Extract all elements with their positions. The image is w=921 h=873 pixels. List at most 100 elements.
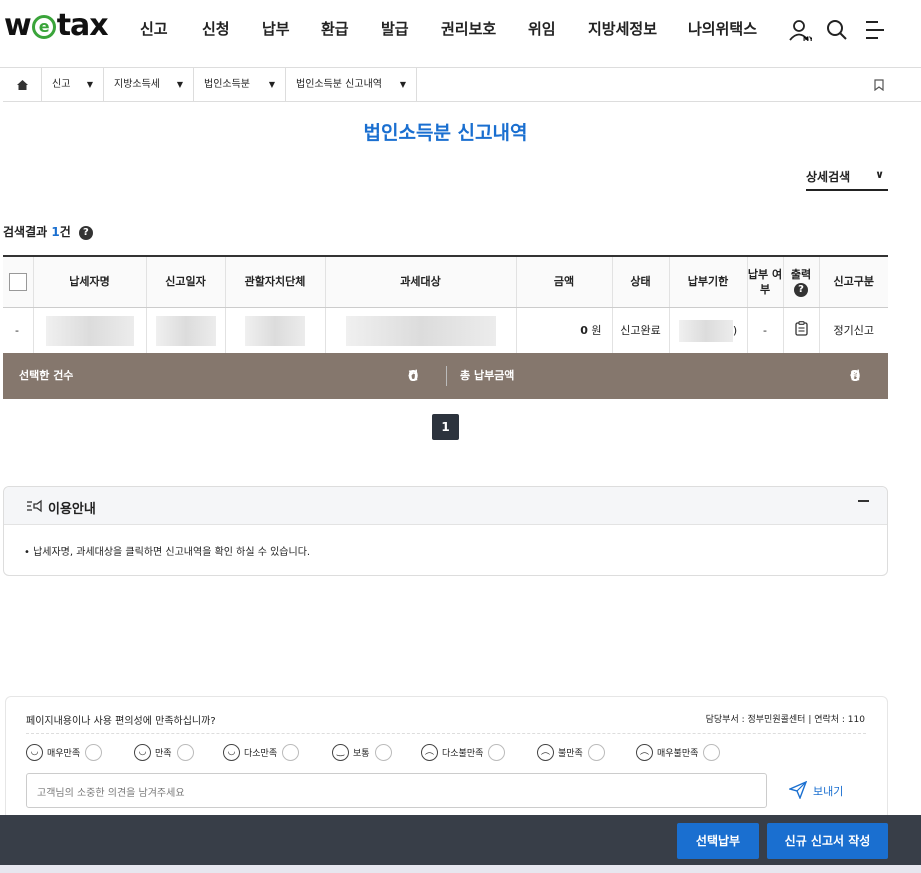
- col-due-date: 납부기한: [669, 255, 748, 308]
- table-header-row: 납세자명 신고일자 관할자치단체 과세대상 금액 상태 납부기한 납부 여부 출…: [3, 255, 888, 308]
- breadcrumb-report[interactable]: 신고 ▼: [41, 68, 103, 102]
- dropdown-arrow-icon: ▼: [399, 80, 406, 89]
- taxpayer-name-cell[interactable]: [33, 307, 147, 354]
- smile-face-icon: ◡: [223, 744, 240, 761]
- home-icon[interactable]: [16, 79, 29, 91]
- feedback-input[interactable]: 고객님의 소중한 의견을 남겨주세요: [26, 773, 767, 808]
- report-type-cell: 정기신고: [833, 324, 874, 338]
- col-print: 출력?: [783, 255, 820, 308]
- dropdown-arrow-icon: ▼: [176, 80, 183, 89]
- col-taxable-object: 과세대상: [325, 255, 517, 308]
- my-user-icon[interactable]: MY: [788, 18, 812, 42]
- radio-button[interactable]: [374, 744, 392, 761]
- selected-payment-button[interactable]: 선택납부: [677, 823, 759, 859]
- send-feedback-button[interactable]: 보내기: [787, 780, 843, 800]
- jurisdiction-cell: [225, 307, 326, 354]
- nav-item-rights[interactable]: 권리보호: [441, 18, 496, 39]
- nav-item-pay[interactable]: 납부: [262, 18, 290, 39]
- nav-item-refund[interactable]: 환급: [321, 18, 349, 39]
- col-report-date: 신고일자: [146, 255, 226, 308]
- radio-button[interactable]: [703, 744, 721, 761]
- satisfaction-survey: 페이지내용이나 사용 편의성에 만족하십니까? 담당부서 : 정부민원콜센터 |…: [5, 696, 888, 820]
- print-document-icon[interactable]: [794, 320, 808, 336]
- redacted-taxpayer-name[interactable]: [45, 315, 134, 346]
- select-all-cell: [3, 255, 34, 308]
- col-taxpayer-name: 납세자명: [33, 255, 147, 308]
- nav-item-apply[interactable]: 신청: [202, 18, 230, 39]
- very-happy-face-icon: ◡: [26, 744, 43, 761]
- detail-search-toggle[interactable]: 상세검색 ∨: [806, 168, 888, 191]
- search-icon[interactable]: [825, 18, 849, 42]
- collapse-icon[interactable]: [858, 500, 869, 502]
- page-button-1[interactable]: 1: [432, 414, 459, 440]
- usage-guide-header[interactable]: 이용안내: [4, 487, 887, 525]
- rating-very-dissatisfied[interactable]: ︵ 매우불만족: [636, 744, 721, 764]
- radio-button[interactable]: [587, 744, 605, 761]
- new-report-button[interactable]: 신규 신고서 작성: [767, 823, 888, 859]
- dropdown-arrow-icon: ▼: [86, 80, 93, 89]
- survey-divider: [26, 733, 866, 734]
- col-amount: 금액: [516, 255, 613, 308]
- sad-face-icon: ︵: [537, 744, 554, 761]
- usage-guide-text: • 납세자명, 과세대상을 클릭하면 신고내역을 확인 하실 수 있습니다.: [24, 547, 311, 558]
- breadcrumb-local-income-tax[interactable]: 지방소득세 ▼: [103, 68, 193, 102]
- radio-button[interactable]: [488, 744, 506, 761]
- due-date-cell: ): [669, 307, 748, 354]
- report-date-cell: [146, 307, 226, 354]
- chevron-down-icon: ∨: [875, 168, 884, 181]
- bottom-action-bar: 선택납부 신규 신고서 작성: [0, 815, 921, 865]
- rating-somewhat-dissatisfied[interactable]: ︵ 다소불만족: [421, 744, 506, 764]
- select-all-checkbox[interactable]: [8, 272, 27, 291]
- rating-somewhat-satisfied[interactable]: ◡ 다소만족: [223, 744, 300, 764]
- nav-item-report[interactable]: 신고: [140, 18, 168, 39]
- site-header: w e tax 신고 신청 납부 환급 발급 권리보호 위임 지방세정보 나의위택스…: [0, 0, 921, 68]
- radio-button[interactable]: [85, 744, 103, 761]
- frown-face-icon: ︵: [421, 744, 438, 761]
- happy-face-icon: ◡: [134, 744, 151, 761]
- wetax-logo[interactable]: w e tax: [4, 8, 109, 43]
- neutral-face-icon: ‿: [332, 744, 349, 761]
- nav-item-local-tax-info[interactable]: 지방세정보: [588, 18, 657, 39]
- survey-contact: 담당부서 : 정부민원콜센터 | 연락처 : 110: [705, 715, 865, 725]
- breadcrumb-corporate-income[interactable]: 법인소득분 ▼: [193, 68, 285, 102]
- dropdown-arrow-icon: ▼: [268, 80, 275, 89]
- angry-face-icon: ︵: [636, 744, 653, 761]
- paper-plane-icon: [787, 780, 808, 800]
- usage-guide-panel: 이용안내 • 납세자명, 과세대상을 클릭하면 신고내역을 확인 하실 수 있습…: [3, 486, 888, 576]
- status-cell: 신고완료: [612, 307, 670, 354]
- megaphone-icon: [27, 499, 42, 513]
- report-table: 납세자명 신고일자 관할자치단체 과세대상 금액 상태 납부기한 납부 여부 출…: [3, 255, 888, 354]
- redacted-report-date: [155, 315, 216, 346]
- breadcrumb-report-history[interactable]: 법인소득분 신고내역 ▼: [285, 68, 417, 102]
- nav-item-my-wetax[interactable]: 나의위택스: [688, 18, 757, 39]
- nav-item-delegate[interactable]: 위임: [528, 18, 556, 39]
- summary-bar: 선택한 건수 0 건 총 납부금액 0 원: [3, 353, 888, 399]
- redacted-taxable-object[interactable]: [345, 315, 496, 346]
- rating-neutral[interactable]: ‿ 보통: [332, 744, 392, 764]
- menu-icon[interactable]: [864, 18, 888, 42]
- page-title: 법인소득분 신고내역: [363, 122, 528, 144]
- radio-button[interactable]: [176, 744, 194, 761]
- paid-cell: -: [747, 307, 784, 354]
- selected-count-label: 선택한 건수: [19, 369, 74, 382]
- bookmark-icon[interactable]: [874, 79, 884, 91]
- amount-cell: 0 원: [516, 307, 613, 354]
- redacted-due-date: [678, 319, 733, 342]
- col-report-type: 신고구분: [819, 255, 888, 308]
- col-paid: 납부 여부: [747, 255, 784, 308]
- svg-text:MY: MY: [803, 36, 812, 42]
- rating-dissatisfied[interactable]: ︵ 불만족: [537, 744, 605, 764]
- help-icon[interactable]: ?: [794, 282, 808, 297]
- radio-button[interactable]: [282, 744, 300, 761]
- rating-satisfied[interactable]: ◡ 만족: [134, 744, 194, 764]
- rating-very-satisfied[interactable]: ◡ 매우만족: [26, 744, 103, 764]
- redacted-jurisdiction: [245, 315, 305, 346]
- usage-guide-title: 이용안내: [48, 502, 96, 517]
- taxable-object-cell[interactable]: [325, 307, 517, 354]
- col-jurisdiction: 관할자치단체: [225, 255, 326, 308]
- total-amount-label: 총 납부금액: [460, 369, 515, 382]
- nav-item-issue[interactable]: 발급: [381, 18, 409, 39]
- table-row: - 0 원 신고완료 ) - 정기신고: [3, 307, 888, 354]
- breadcrumb: 신고 ▼ 지방소득세 ▼ 법인소득분 ▼ 법인소득분 신고내역 ▼: [3, 68, 921, 102]
- help-icon[interactable]: ?: [78, 226, 93, 240]
